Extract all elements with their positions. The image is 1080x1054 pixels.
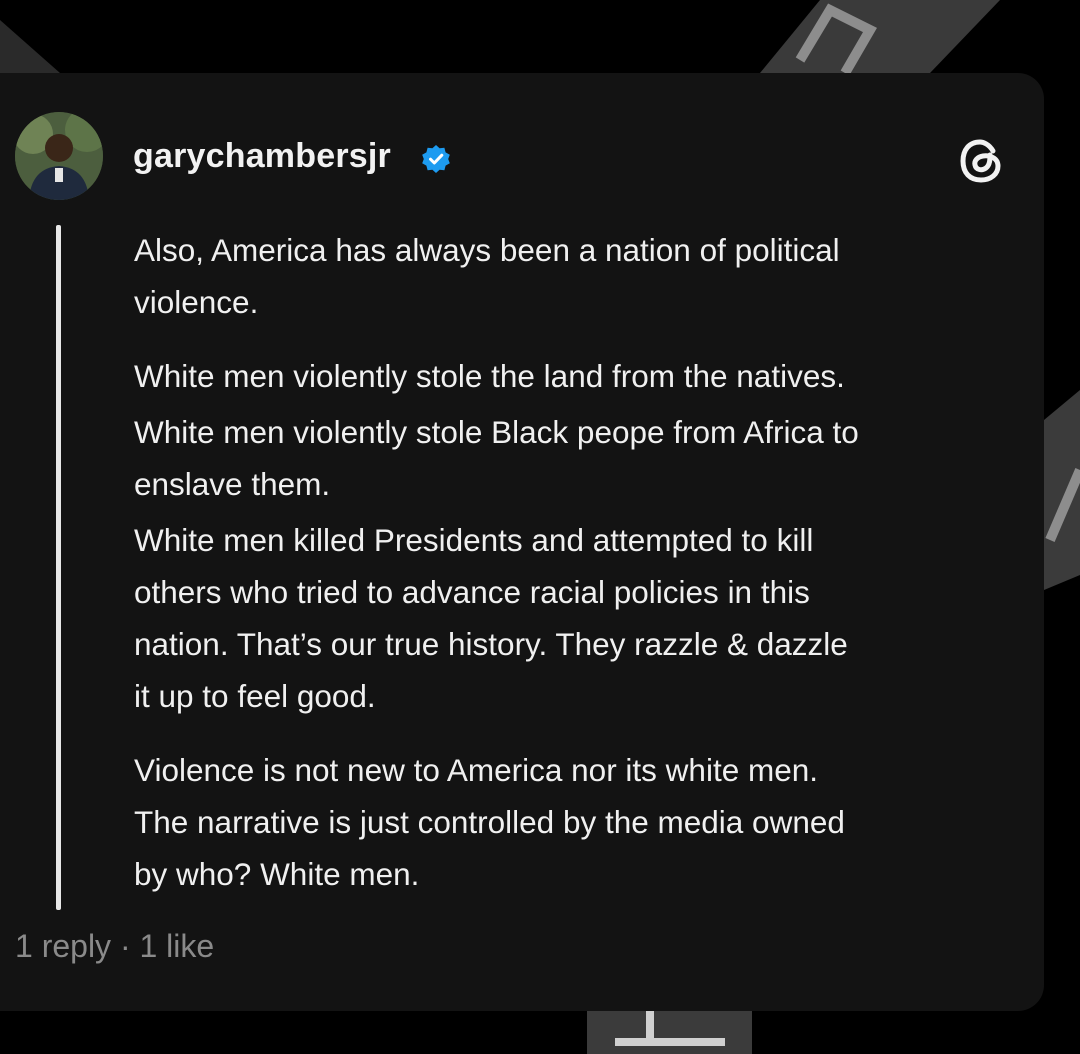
- username[interactable]: garychambersjr: [133, 137, 391, 176]
- post-body: Also, America has always been a nation o…: [134, 224, 1034, 900]
- post-paragraph-5: Violence is not new to America nor its w…: [134, 752, 845, 892]
- reply-like-count[interactable]: 1 reply · 1 like: [15, 928, 214, 965]
- post-paragraph-3: White men violently stole Black peope fr…: [134, 414, 859, 502]
- post-paragraph-4: White men killed Presidents and attempte…: [134, 522, 848, 714]
- verified-badge-icon: [422, 145, 450, 173]
- post-paragraph-1: Also, America has always been a nation o…: [134, 232, 840, 320]
- thread-line: [56, 225, 61, 910]
- threads-logo-icon[interactable]: [956, 135, 1008, 187]
- avatar[interactable]: [15, 112, 103, 200]
- post-paragraph-2: White men violently stole the land from …: [134, 358, 845, 394]
